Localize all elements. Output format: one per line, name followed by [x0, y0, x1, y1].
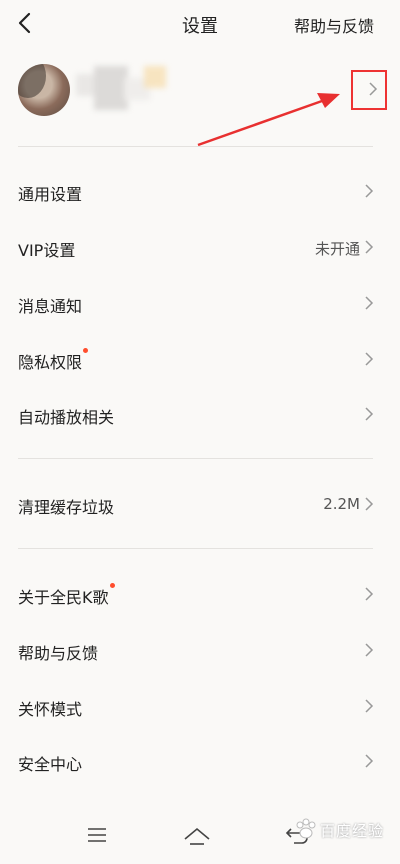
watermark: 百度经验 — [290, 815, 390, 843]
cache-size-value: 2.2M — [323, 495, 360, 513]
blurred-username — [76, 66, 170, 110]
row-label: 安全中心 — [18, 755, 83, 774]
chevron-right-icon — [365, 240, 374, 254]
row-label: 自动播放相关 — [18, 408, 115, 427]
row-label: 清理缓存垃圾 — [18, 498, 115, 517]
profile-row[interactable] — [0, 60, 400, 122]
row-label: 消息通知 — [18, 297, 83, 316]
row-care-mode[interactable]: 关怀模式 — [0, 678, 400, 734]
new-badge-dot — [109, 583, 115, 588]
section-divider — [18, 548, 373, 549]
section-divider — [18, 458, 373, 459]
chevron-right-icon — [365, 497, 374, 511]
chevron-right-icon — [365, 184, 374, 198]
section-divider — [18, 146, 373, 147]
chevron-right-icon — [365, 754, 374, 768]
home-icon[interactable] — [182, 820, 212, 850]
top-bar: 设置 帮助与反馈 — [0, 0, 400, 46]
row-clear-cache[interactable]: 清理缓存垃圾 2.2M — [0, 476, 400, 532]
row-label: 通用设置 — [18, 185, 83, 204]
row-label: 关于全民K歌 — [18, 583, 115, 608]
avatar[interactable] — [18, 64, 70, 116]
chevron-right-icon — [365, 587, 374, 601]
row-privacy[interactable]: 隐私权限 — [0, 331, 400, 387]
annotation-highlight-box — [351, 70, 387, 110]
chevron-right-icon — [365, 643, 374, 657]
help-feedback-link[interactable]: 帮助与反馈 — [294, 13, 374, 37]
watermark-text: 百度经验 — [320, 822, 385, 840]
row-label: 关怀模式 — [18, 700, 83, 719]
new-badge-dot — [83, 348, 89, 353]
paw-logo-icon — [296, 818, 316, 839]
row-label: VIP设置 — [18, 241, 76, 260]
row-label: 帮助与反馈 — [18, 644, 99, 663]
row-security-center[interactable]: 安全中心 — [0, 733, 400, 789]
row-label: 隐私权限 — [18, 348, 89, 373]
row-general-settings[interactable]: 通用设置 — [0, 163, 400, 219]
chevron-right-icon — [365, 699, 374, 713]
row-help-feedback[interactable]: 帮助与反馈 — [0, 622, 400, 678]
row-autoplay[interactable]: 自动播放相关 — [0, 386, 400, 442]
chevron-right-icon — [365, 407, 374, 421]
row-vip-settings[interactable]: VIP设置 未开通 — [0, 219, 400, 275]
menu-icon[interactable] — [82, 820, 112, 850]
chevron-right-icon — [365, 296, 374, 310]
chevron-right-icon — [365, 352, 374, 366]
vip-status-value: 未开通 — [314, 240, 360, 258]
row-notifications[interactable]: 消息通知 — [0, 275, 400, 331]
row-about[interactable]: 关于全民K歌 — [0, 566, 400, 622]
